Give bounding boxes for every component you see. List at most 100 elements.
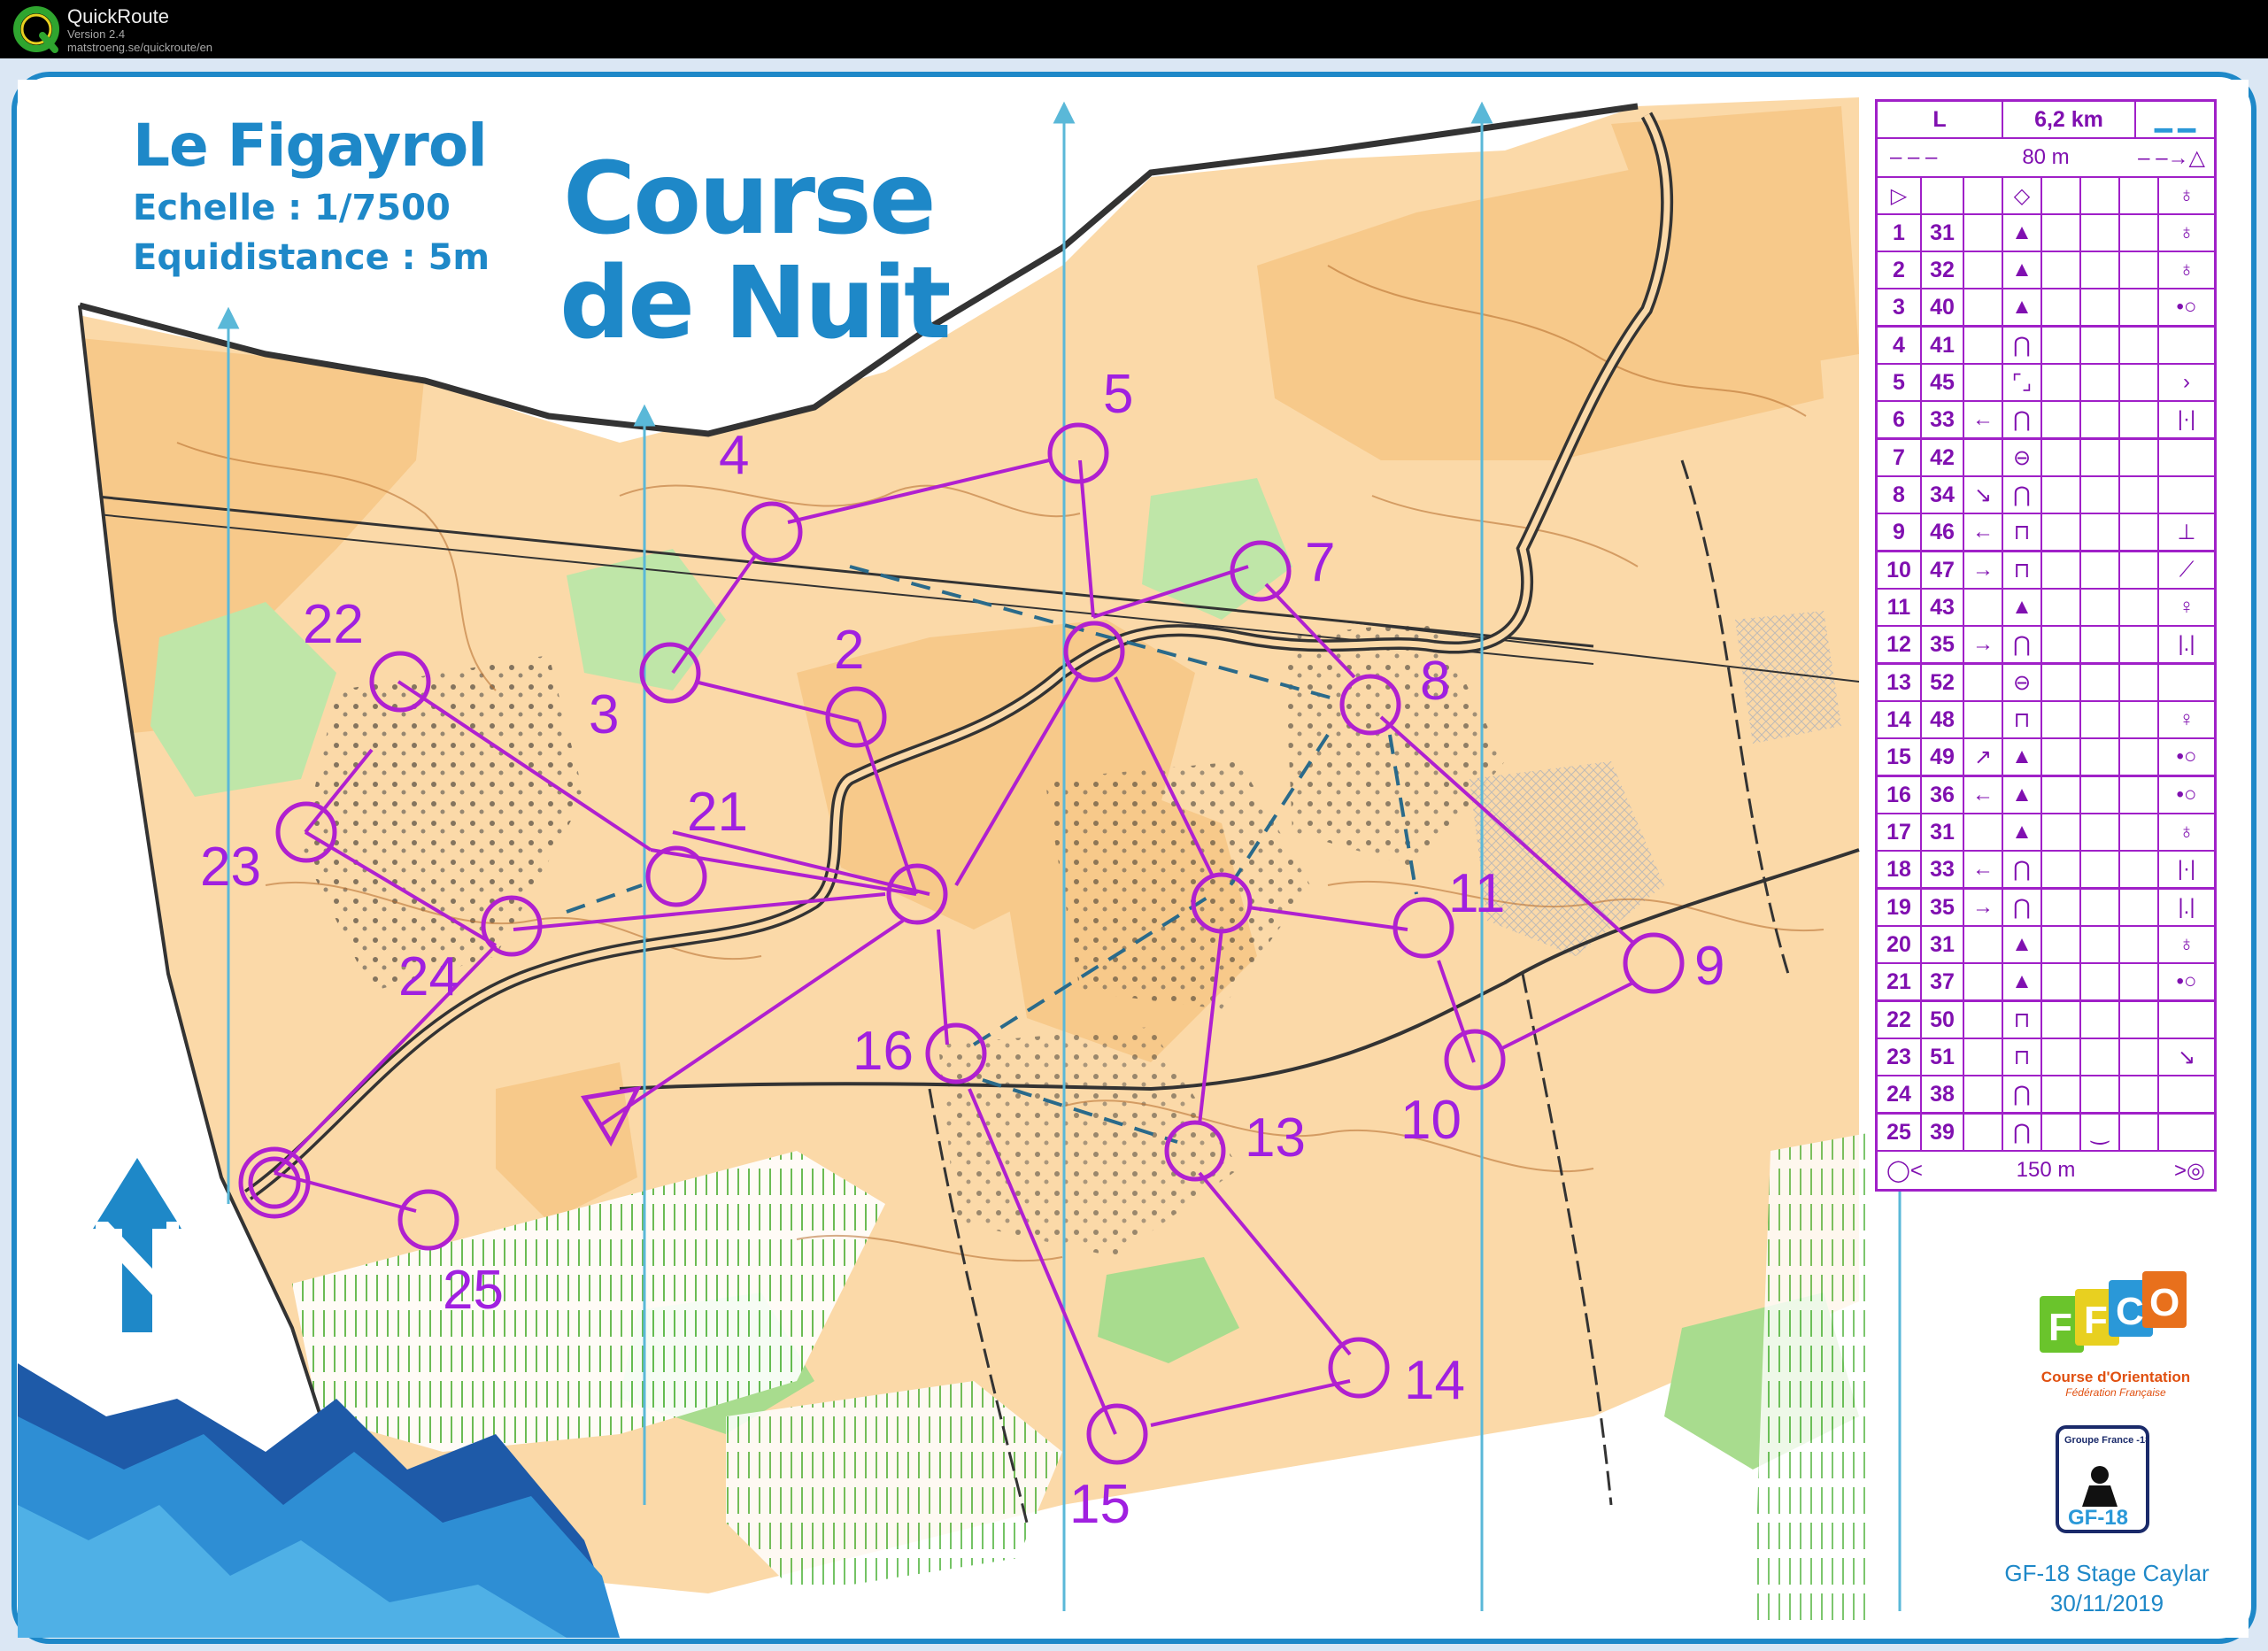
cd-position-icon: ♀: [2159, 702, 2214, 739]
cd-feature-icon: ⌜⌟: [2003, 365, 2042, 402]
cd-appearance: [2042, 215, 2081, 252]
cd-detail-icon: [2081, 590, 2120, 627]
cd-position-icon: ♁: [2159, 252, 2214, 289]
cd-direction-icon: [1964, 289, 2003, 327]
cd-direction-icon: [1964, 1002, 2003, 1039]
cd-position-icon: [2159, 665, 2214, 702]
cd-feature-icon: ▲: [2003, 252, 2042, 289]
quickroute-logo-icon: [13, 6, 59, 53]
cd-appearance: [2042, 552, 2081, 590]
control-number-22: 22: [303, 594, 364, 655]
cd-start-row: ▷ ◇ ♁: [1878, 178, 2214, 215]
cd-control-row: 25 39 ⋂ ‿: [1878, 1115, 2214, 1152]
cd-appearance: [2042, 590, 2081, 627]
control-number-13: 13: [1245, 1107, 1306, 1169]
cd-dimension: [2120, 814, 2159, 852]
cd-control-row: 10 47 → ⊓ ⟋: [1878, 552, 2214, 590]
cd-control-code: 51: [1922, 1039, 1964, 1076]
control-number-24: 24: [398, 946, 459, 1007]
cd-control-code: 33: [1922, 402, 1964, 439]
cd-control-number: 24: [1878, 1076, 1922, 1114]
cd-control-number: 2: [1878, 252, 1922, 289]
cd-direction-icon: ↗: [1964, 739, 2003, 776]
cd-detail-icon: [2081, 777, 2120, 814]
cd-detail-icon: [2081, 1002, 2120, 1039]
map-name: Le Figayrol: [133, 112, 488, 180]
cd-position-icon: |·|: [2159, 402, 2214, 439]
cd-position-icon: ♁: [2159, 215, 2214, 252]
cd-detail-icon: ‿: [2081, 1115, 2120, 1152]
cd-start-taped-route: – – – 80 m – –→△: [1878, 139, 2214, 178]
control-number-25: 25: [443, 1260, 504, 1321]
cd-appearance: [2042, 477, 2081, 514]
control-number-21: 21: [687, 782, 748, 843]
cd-direction-icon: [1964, 665, 2003, 702]
cd-direction-icon: →: [1964, 890, 2003, 927]
cd-detail-icon: [2081, 927, 2120, 964]
cd-dimension: [2120, 402, 2159, 439]
cd-detail-icon: [2081, 627, 2120, 664]
cd-control-code: 39: [1922, 1115, 1964, 1152]
control-number-15: 15: [1069, 1474, 1130, 1535]
cd-dimension: [2120, 927, 2159, 964]
cd-dimension: [2120, 665, 2159, 702]
cd-control-number: 18: [1878, 852, 1922, 889]
cd-control-row: 21 37 ▲ •○: [1878, 964, 2214, 1002]
cd-control-code: 37: [1922, 964, 1964, 1001]
cd-feature-icon: ▲: [2003, 289, 2042, 327]
cd-control-number: 5: [1878, 365, 1922, 402]
cd-appearance: [2042, 1002, 2081, 1039]
cd-detail-icon: [2081, 289, 2120, 327]
cd-appearance: [2042, 739, 2081, 776]
cd-feature-icon: ⋂: [2003, 1115, 2042, 1152]
cd-appearance: [2042, 1039, 2081, 1076]
cd-control-number: 4: [1878, 328, 1922, 365]
cd-position-icon: [2159, 328, 2214, 365]
cd-position-icon: |.|: [2159, 627, 2214, 664]
control-number-23: 23: [200, 837, 261, 898]
cd-position-icon: •○: [2159, 289, 2214, 327]
app-url[interactable]: matstroeng.se/quickroute/en: [67, 41, 212, 54]
cd-control-code: 50: [1922, 1002, 1964, 1039]
cd-dimension: [2120, 890, 2159, 927]
control-number-14: 14: [1404, 1350, 1465, 1411]
cd-control-code: 41: [1922, 328, 1964, 365]
cd-appearance: [2042, 927, 2081, 964]
cd-header: L 6,2 km ▁ ▁: [1878, 102, 2214, 139]
title-bar: QuickRoute Version 2.4 matstroeng.se/qui…: [0, 0, 2268, 58]
cd-control-code: 42: [1922, 440, 1964, 477]
cd-appearance: [2042, 440, 2081, 477]
cd-control-number: 10: [1878, 552, 1922, 590]
cd-detail-icon: [2081, 402, 2120, 439]
gf18-top-text: Groupe France -18: [2064, 1435, 2149, 1446]
cd-dimension: [2120, 702, 2159, 739]
cd-direction-icon: [1964, 328, 2003, 365]
cd-direction-icon: ←: [1964, 514, 2003, 552]
cd-direction-icon: ↘: [1964, 477, 2003, 514]
cd-control-code: 43: [1922, 590, 1964, 627]
cd-appearance: [2042, 514, 2081, 552]
cd-feature-icon: ⊓: [2003, 514, 2042, 552]
cd-control-number: 1: [1878, 215, 1922, 252]
cd-detail-icon: [2081, 665, 2120, 702]
cd-dimension: [2120, 1076, 2159, 1114]
cd-feature-icon: ⋂: [2003, 627, 2042, 664]
cd-feature-icon: ⋂: [2003, 477, 2042, 514]
cd-appearance: [2042, 252, 2081, 289]
cd-position-icon: ↘: [2159, 1039, 2214, 1076]
cd-dimension: [2120, 289, 2159, 327]
cd-appearance: [2042, 964, 2081, 1001]
cd-control-row: 6 33 ← ⋂ |·|: [1878, 402, 2214, 440]
cd-position-icon: [2159, 1002, 2214, 1039]
cd-direction-icon: [1964, 814, 2003, 852]
cd-feature-icon: ⋂: [2003, 890, 2042, 927]
cd-direction-icon: [1964, 365, 2003, 402]
cd-position-icon: [2159, 1115, 2214, 1152]
cd-detail-icon: [2081, 440, 2120, 477]
cd-control-number: 19: [1878, 890, 1922, 927]
control-number-2: 2: [834, 620, 864, 681]
cd-position-icon: [2159, 477, 2214, 514]
cd-dimension: [2120, 328, 2159, 365]
cd-detail-icon: [2081, 365, 2120, 402]
cd-control-row: 13 52 ⊖: [1878, 665, 2214, 702]
